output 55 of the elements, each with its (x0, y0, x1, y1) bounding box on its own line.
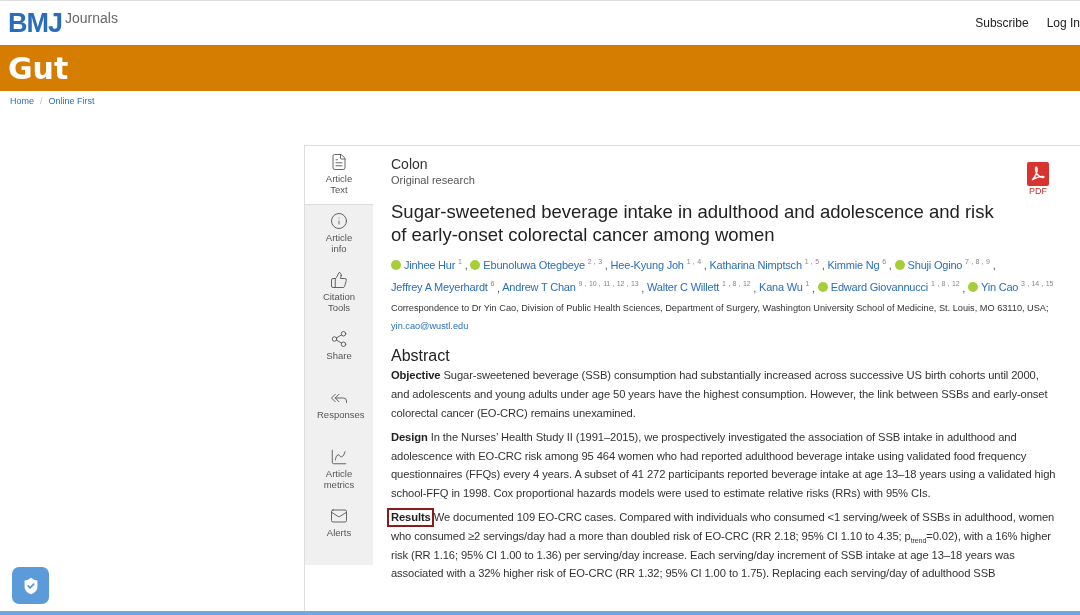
author-link[interactable]: Shuji Ogino $^{7，8，9}$ (894, 258, 990, 271)
share-icon (330, 330, 348, 348)
author-separator: , (464, 258, 468, 271)
author-separator: , (604, 258, 608, 271)
author-link[interactable]: Hee-Kyung Joh $^{1，4}$ (610, 258, 701, 271)
header-link[interactable]: Log In (1046, 16, 1080, 30)
article-section: Colon (391, 156, 475, 172)
author-separator: , (753, 281, 757, 294)
breadcrumb-link[interactable]: Home (10, 96, 34, 106)
article-title: Sugar-sweetened beverage intake in adulthood and adolescence and risk of early-onset colorectal cancer among women (391, 200, 995, 246)
logo-subtitle: Journals (65, 9, 118, 26)
pdf-icon (1026, 162, 1050, 186)
author-link[interactable]: Edward Giovannucci $^{1，8，12}$ (817, 281, 960, 294)
info-icon (330, 212, 348, 230)
document-icon (330, 153, 348, 171)
line-chart-icon (330, 448, 348, 466)
header-link[interactable]: Subscribe (975, 16, 1029, 30)
side-tab[interactable]: Article Text (305, 146, 373, 205)
author-link[interactable]: Yin Cao $^{3，14，15}$ (967, 281, 1054, 294)
article-type: Original research (391, 174, 475, 186)
author-separator: , (821, 258, 825, 271)
breadcrumb-separator: / (40, 96, 43, 106)
author-link[interactable]: Jinhee Hur $^{1}$ (391, 258, 462, 271)
author-link[interactable]: Katharina Nimptsch $^{1，5}$ (709, 258, 819, 271)
author-separator: , (992, 258, 996, 271)
security-shield-button[interactable] (12, 567, 49, 604)
thumbs-up-icon (330, 271, 348, 289)
author-separator: , (641, 281, 645, 294)
correspondence-text: Correspondence to Dr Yin Cao, Division of Public Health Sciences, Department of Surgery, Washington University School of Medicine, St. Louis, MO 63110, USA; yin.cao@wustl.edu (391, 302, 1050, 334)
author-link[interactable]: Kimmie Ng $^{6}$ (827, 258, 886, 271)
envelope-icon (330, 507, 348, 525)
pdf-link[interactable]: PDF (1026, 162, 1050, 196)
abstract-paragraph: Design In the Nurses’ Health Study II (1991–2015), we prospectively investigated the association of SSB intake in adulthood and adolescence with EO-CRC risk among 95 464 women who had reported adulthood beverage intake using validated food frequency questionnaires (FFQs) every 4 years. A subset of 41 272 participants reported beverage intake at age 13–18 years using a validated high school-FFQ in 1998. Cox proportional hazards models were used to estimate relative risks (RRs) with 95% CIs. (391, 430, 1057, 501)
author-link[interactable]: Ebunoluwa Otegbeye $^{2，3}$ (470, 258, 602, 271)
author-separator: , (497, 281, 500, 294)
author-separator: , (888, 258, 892, 271)
abstract-paragraph: Objective Sugar-sweetened beverage (SSB) consumption had substantially increased across successive US birth cohorts until 2000, and adolescents and young adults under age 50 years have the highest consumption. However, the link between SSBs and early-onset colorectal cancer (EO-CRC) remains unexamined. (391, 368, 1049, 421)
orcid-icon (470, 259, 481, 270)
author-separator: , (812, 281, 815, 294)
author-link[interactable]: Walter C Willett $^{1，8，12}$ (647, 281, 751, 294)
author-separator: , (703, 258, 707, 271)
journal-title: Gut (8, 50, 69, 86)
abstract-paragraph: Results We documented 109 EO-CRC cases. Compared with individuals who consumed <1 serving/week of SSBs in adulthood, women who consumed ≥2 servings/day had a more than doubled risk of EO-CRC (RR 2.18; 95% CI 1.10 to 4.35; p$_{trend}$=0.02), with a 16% higher risk (RR 1.16; 95% CI 1.00 to 1.36) per serving/day increase. Each serving/day increment of SSB intake at age 13–18 years was associated with a 32% higher risk of EO-CRC (RR 1.32; 95% CI 1.00 to 1.75). Replacing each serving/day of adulthood SSB (391, 508, 1060, 583)
author-link[interactable]: Andrew T Chan $^{9，10，11，12，13}$ (502, 281, 639, 294)
logo: BMJ (8, 7, 62, 39)
orcid-icon (967, 282, 978, 293)
author-link[interactable]: Kana Wu $^{1}$ (759, 281, 810, 294)
orcid-icon (894, 259, 905, 270)
author-link[interactable]: Jeffrey A Meyerhardt $^{6}$ (391, 281, 495, 294)
email-link[interactable]: yin.cao@wustl.edu (391, 321, 469, 332)
author-separator: , (962, 281, 966, 294)
orcid-icon (817, 282, 828, 293)
abstract-heading: Abstract (391, 347, 451, 366)
breadcrumb-link[interactable]: Online First (48, 96, 95, 106)
orcid-icon (391, 259, 401, 270)
